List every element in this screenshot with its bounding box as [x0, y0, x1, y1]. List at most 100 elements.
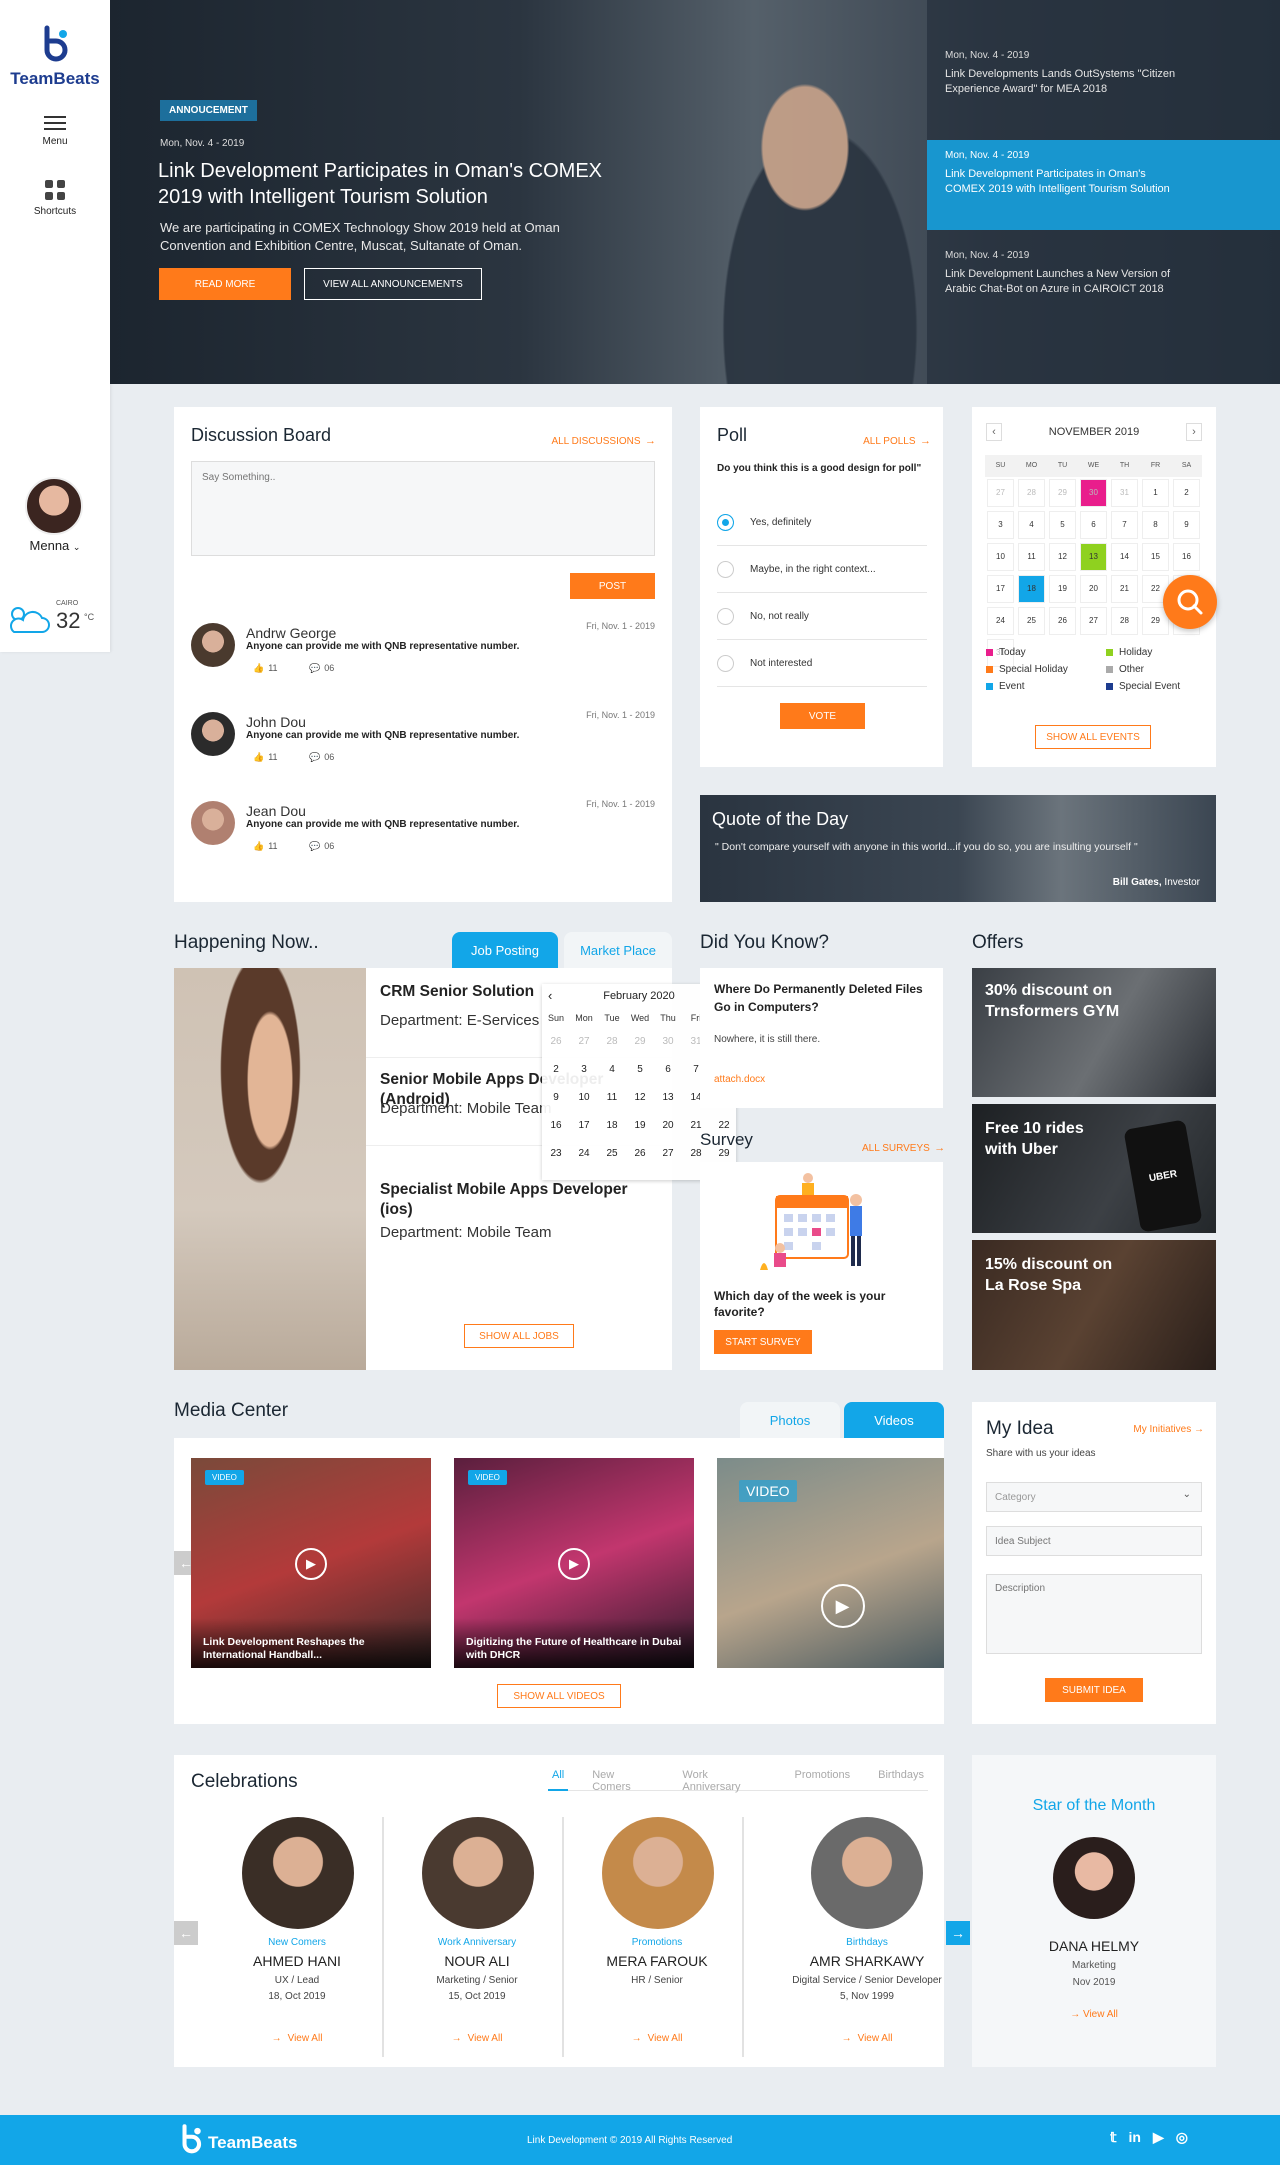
- play-icon[interactable]: ▶: [295, 1548, 327, 1580]
- picker-day[interactable]: 11: [598, 1084, 626, 1112]
- show-all-videos-button[interactable]: SHOW ALL VIDEOS: [497, 1684, 621, 1708]
- news-item[interactable]: Mon, Nov. 4 - 2019 Link Developments Lan…: [927, 50, 1280, 130]
- calendar-day[interactable]: 7: [1111, 511, 1138, 539]
- calendar-day[interactable]: 13: [1080, 543, 1107, 571]
- search-fab[interactable]: [1163, 575, 1217, 629]
- calendar-day[interactable]: 18: [1018, 575, 1045, 603]
- calendar-day[interactable]: 26: [1049, 607, 1076, 635]
- user-menu[interactable]: Menna ⌄: [0, 538, 110, 553]
- celebrations-next-button[interactable]: →: [946, 1921, 970, 1945]
- picker-day[interactable]: 26: [542, 1028, 570, 1056]
- show-all-jobs-button[interactable]: SHOW ALL JOBS: [464, 1324, 574, 1348]
- picker-day[interactable]: 10: [570, 1084, 598, 1112]
- picker-day[interactable]: 28: [598, 1028, 626, 1056]
- picker-day[interactable]: 3: [570, 1056, 598, 1084]
- linkedin-icon[interactable]: in: [1129, 2129, 1141, 2146]
- calendar-day[interactable]: 29: [1049, 479, 1076, 507]
- calendar-day[interactable]: 9: [1173, 511, 1200, 539]
- calendar-day[interactable]: 10: [987, 543, 1014, 571]
- poll-option[interactable]: Yes, definitely: [717, 499, 927, 546]
- vote-button[interactable]: VOTE: [780, 703, 865, 729]
- calendar-day[interactable]: 5: [1049, 511, 1076, 539]
- calendar-day[interactable]: 1: [1142, 479, 1169, 507]
- calendar-day[interactable]: 4: [1018, 511, 1045, 539]
- calendar-day[interactable]: 8: [1142, 511, 1169, 539]
- news-item-active[interactable]: Mon, Nov. 4 - 2019 Link Development Part…: [927, 140, 1280, 230]
- tab-market-place[interactable]: Market Place: [564, 932, 672, 968]
- like-button[interactable]: 👍 11: [253, 841, 278, 852]
- calendar-day[interactable]: 12: [1049, 543, 1076, 571]
- calendar-day[interactable]: 27: [987, 479, 1014, 507]
- video-item[interactable]: VIDEO ▶ Link Development Reshapes the Inte…: [191, 1458, 431, 1668]
- star-view-all-link[interactable]: → View All: [972, 2009, 1216, 2020]
- poll-option[interactable]: Not interested: [717, 640, 927, 687]
- discussion-item[interactable]: Andrw George Fri, Nov. 1 - 2019 Anyone can…: [191, 617, 655, 706]
- calendar-day[interactable]: 30: [1080, 479, 1107, 507]
- picker-day[interactable]: 12: [626, 1084, 654, 1112]
- picker-day[interactable]: 13: [654, 1084, 682, 1112]
- post-button[interactable]: POST: [570, 573, 655, 599]
- offer-spa[interactable]: 15% discount on La Rose Spa: [972, 1240, 1216, 1370]
- picker-day[interactable]: 30: [654, 1028, 682, 1056]
- picker-day[interactable]: 25: [598, 1140, 626, 1168]
- all-surveys-link[interactable]: ALL SURVEYS →: [862, 1138, 945, 1156]
- instagram-icon[interactable]: ◎: [1176, 2129, 1188, 2146]
- menu-button[interactable]: Menu: [0, 112, 110, 147]
- calendar-day[interactable]: 28: [1018, 479, 1045, 507]
- picker-day[interactable]: 26: [626, 1140, 654, 1168]
- picker-day[interactable]: 27: [570, 1028, 598, 1056]
- calendar-day[interactable]: 14: [1111, 543, 1138, 571]
- calendar-day[interactable]: 21: [1111, 575, 1138, 603]
- calendar-day[interactable]: 24: [987, 607, 1014, 635]
- offer-gym[interactable]: 30% discount on Trnsformers GYM: [972, 968, 1216, 1097]
- poll-option[interactable]: No, not really: [717, 593, 927, 640]
- comment-button[interactable]: 💬 06: [309, 663, 334, 674]
- view-all-link[interactable]: → View All: [392, 2033, 562, 2044]
- calendar-day[interactable]: 17: [987, 575, 1014, 603]
- picker-day[interactable]: 29: [626, 1028, 654, 1056]
- calendar-day[interactable]: 20: [1080, 575, 1107, 603]
- calendar-day[interactable]: 6: [1080, 511, 1107, 539]
- calendar-day[interactable]: 19: [1049, 575, 1076, 603]
- next-month-button[interactable]: ›: [1186, 423, 1202, 441]
- radio-button[interactable]: [717, 560, 734, 578]
- tab-videos[interactable]: Videos: [844, 1402, 944, 1438]
- celebration-tab[interactable]: Promotions: [791, 1769, 855, 1791]
- view-all-announcements-button[interactable]: VIEW ALL ANNOUNCEMENTS: [304, 268, 482, 300]
- start-survey-button[interactable]: START SURVEY: [714, 1330, 812, 1354]
- calendar-day[interactable]: 3: [987, 511, 1014, 539]
- dyk-attachment-link[interactable]: attach.docx: [714, 1074, 765, 1085]
- tab-photos[interactable]: Photos: [740, 1402, 840, 1438]
- calendar-day[interactable]: 2: [1173, 479, 1200, 507]
- my-initiatives-link[interactable]: My Initiatives →: [1133, 1424, 1204, 1435]
- picker-day[interactable]: 16: [542, 1112, 570, 1140]
- user-avatar[interactable]: [25, 477, 83, 535]
- like-button[interactable]: 👍 11: [253, 752, 278, 763]
- picker-day[interactable]: 17: [570, 1112, 598, 1140]
- comment-button[interactable]: 💬 06: [309, 841, 334, 852]
- video-item[interactable]: VIDEO ▶ Digitizing the Future of Healthcar…: [454, 1458, 694, 1668]
- play-icon[interactable]: ▶: [558, 1548, 590, 1580]
- celebration-tab[interactable]: Birthdays: [874, 1769, 928, 1791]
- calendar-day[interactable]: 28: [1111, 607, 1138, 635]
- celebration-tab[interactable]: All: [548, 1769, 569, 1791]
- idea-subject-input[interactable]: [986, 1526, 1202, 1556]
- poll-option[interactable]: Maybe, in the right context...: [717, 546, 927, 593]
- tab-job-posting[interactable]: Job Posting: [452, 932, 558, 968]
- discussion-item[interactable]: Jean Dou Fri, Nov. 1 - 2019 Anyone can pro…: [191, 795, 655, 884]
- calendar-day[interactable]: 15: [1142, 543, 1169, 571]
- picker-day[interactable]: 23: [542, 1140, 570, 1168]
- picker-day[interactable]: 5: [626, 1056, 654, 1084]
- all-polls-link[interactable]: ALL POLLS →: [863, 431, 931, 449]
- brand-logo[interactable]: TeamBeats: [0, 24, 110, 89]
- celebration-tab[interactable]: New Comers: [588, 1769, 658, 1793]
- picker-day[interactable]: 24: [570, 1140, 598, 1168]
- radio-button[interactable]: [717, 654, 734, 672]
- picker-day[interactable]: 9: [542, 1084, 570, 1112]
- offer-uber[interactable]: Free 10 rides with Uber UBER: [972, 1104, 1216, 1233]
- submit-idea-button[interactable]: SUBMIT IDEA: [1045, 1678, 1143, 1702]
- idea-description-input[interactable]: [986, 1574, 1202, 1654]
- celebration-tab[interactable]: Work Anniversary: [678, 1769, 770, 1793]
- idea-category-select[interactable]: Category ⌄: [986, 1482, 1202, 1512]
- comment-button[interactable]: 💬 06: [309, 752, 334, 763]
